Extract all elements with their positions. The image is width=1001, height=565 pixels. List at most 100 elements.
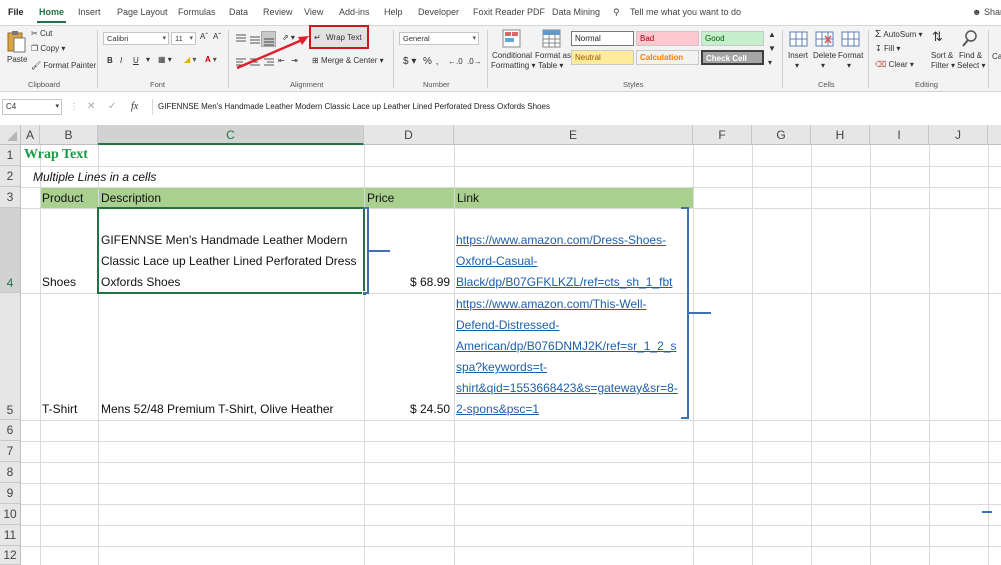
number-format-select[interactable]: General ▾ <box>399 32 479 45</box>
underline-button[interactable]: U <box>133 56 139 65</box>
column-header-c[interactable]: C <box>98 125 364 145</box>
name-box[interactable]: C4 ▾ <box>2 99 62 115</box>
tab-file[interactable]: File <box>8 7 24 17</box>
row-header-10[interactable]: 10 <box>0 504 21 525</box>
row5-price-cell[interactable]: $ 24.50 <box>410 402 450 416</box>
sort-filter-button[interactable]: ⇅ Sort & Filter ▾ <box>929 29 957 77</box>
row4-link-line-2[interactable]: Oxford-Casual- <box>456 254 537 268</box>
format-as-table-button[interactable]: Format as Table ▾ <box>534 29 571 77</box>
row-header-3[interactable]: 3 <box>0 187 21 208</box>
fill-button[interactable]: ↧ Fill ▾ <box>875 44 900 53</box>
paste-button[interactable]: Paste <box>5 30 27 76</box>
tab-data-mining[interactable]: Data Mining <box>552 7 600 17</box>
bold-button[interactable]: B <box>107 56 113 65</box>
cancel-icon[interactable]: ✕ <box>87 101 95 112</box>
tab-developer[interactable]: Developer <box>418 7 459 17</box>
style-good[interactable]: Good <box>701 31 764 46</box>
row4-link-line-3[interactable]: Black/dp/B07GFKLKZL/ref=cts_sh_1_fbt <box>456 275 672 289</box>
increase-decimal-icon[interactable]: ←.0 <box>448 57 463 66</box>
tell-me-search[interactable]: Tell me what you want to do <box>630 7 741 17</box>
row-header-12[interactable]: 12 <box>0 546 21 565</box>
row5-link-line-4[interactable]: spa?keywords=t- <box>456 360 547 374</box>
styles-scroll-down-icon[interactable]: ▼ <box>768 44 776 53</box>
row5-link-line-5[interactable]: shirt&qid=1553668423&s=gateway&sr=8- <box>456 381 678 395</box>
formula-input[interactable]: GIFENNSE Men's Handmade Leather Modern C… <box>152 99 998 115</box>
row-header-5[interactable]: 5 <box>0 293 21 420</box>
insert-function-button[interactable]: fx <box>131 101 138 112</box>
styles-more-icon[interactable]: ▾ <box>768 58 772 67</box>
row-header-11[interactable]: 11 <box>0 525 21 546</box>
row5-link-line-2[interactable]: Defend-Distressed- <box>456 318 559 332</box>
italic-button[interactable]: I <box>120 56 122 65</box>
column-header-f[interactable]: F <box>693 125 752 145</box>
row4-link-line-1[interactable]: https://www.amazon.com/Dress-Shoes- <box>456 233 666 247</box>
overflow-button[interactable]: Ca <box>992 52 1001 61</box>
tab-page-layout[interactable]: Page Layout <box>117 7 168 17</box>
format-cells-button[interactable]: Format ▾ <box>838 29 864 77</box>
tab-help[interactable]: Help <box>384 7 403 17</box>
row5-description-cell[interactable]: Mens 52/48 Premium T-Shirt, Olive Heathe… <box>101 402 334 416</box>
grow-font-icon[interactable]: Aˆ <box>200 32 208 41</box>
fill-color-icon[interactable]: ◢ ▾ <box>184 55 196 64</box>
column-header-d[interactable]: D <box>364 125 454 145</box>
tab-formulas[interactable]: Formulas <box>178 7 216 17</box>
find-select-button[interactable]: Find & Select ▾ <box>956 29 986 77</box>
chevron-down-icon[interactable]: ▾ <box>146 55 150 64</box>
row4-price-cell[interactable]: $ 68.99 <box>410 275 450 289</box>
tab-add-ins[interactable]: Add-ins <box>339 7 370 17</box>
enter-check-icon[interactable]: ✓ <box>108 101 116 112</box>
styles-scroll-up-icon[interactable]: ▲ <box>768 30 776 39</box>
share-button[interactable]: ☻ Share <box>972 7 1001 17</box>
column-header-a[interactable]: A <box>21 125 40 145</box>
column-header-j[interactable]: J <box>929 125 988 145</box>
tab-data[interactable]: Data <box>229 7 248 17</box>
row5-product-cell[interactable]: T-Shirt <box>42 402 77 416</box>
column-header-i[interactable]: I <box>870 125 929 145</box>
header-price-cell[interactable]: Price <box>367 191 394 205</box>
row4-product-cell[interactable]: Shoes <box>42 275 76 289</box>
row5-link-line-6[interactable]: 2-spons&psc=1 <box>456 402 539 416</box>
cut-button[interactable]: ✂ Cut <box>31 29 52 38</box>
copy-button[interactable]: ❐ Copy ▾ <box>31 44 65 53</box>
select-all-corner[interactable] <box>0 125 21 145</box>
style-normal[interactable]: Normal <box>571 31 634 46</box>
sheet-subtitle-cell[interactable]: Multiple Lines in a cells <box>33 170 156 184</box>
row5-link-line-3[interactable]: American/dp/B076DNMJ2K/ref=sr_1_2_s <box>456 339 676 353</box>
header-product-cell[interactable]: Product <box>42 191 83 205</box>
wrap-text-button[interactable]: ↵ Wrap Text <box>309 25 369 49</box>
conditional-formatting-button[interactable]: Conditional Formatting ▾ <box>491 29 535 77</box>
row-header-7[interactable]: 7 <box>0 441 21 462</box>
font-name-select[interactable]: Calibri ▾ <box>103 32 169 45</box>
column-header-e[interactable]: E <box>454 125 693 145</box>
row-header-1[interactable]: 1 <box>0 145 21 166</box>
currency-button[interactable]: $ ▾ <box>403 56 416 67</box>
row-header-2[interactable]: 2 <box>0 166 21 187</box>
style-check-cell[interactable]: Check Cell <box>701 50 764 65</box>
style-calculation[interactable]: Calculation <box>636 50 699 65</box>
tab-insert[interactable]: Insert <box>78 7 101 17</box>
row-header-6[interactable]: 6 <box>0 420 21 441</box>
header-description-cell[interactable]: Description <box>101 191 161 205</box>
row5-link-line-1[interactable]: https://www.amazon.com/This-Well- <box>456 297 647 311</box>
column-header-h[interactable]: H <box>811 125 870 145</box>
column-header-g[interactable]: G <box>752 125 811 145</box>
header-link-cell[interactable]: Link <box>457 191 479 205</box>
autosum-button[interactable]: Σ AutoSum ▾ <box>875 29 923 40</box>
merge-center-button[interactable]: ⊞ Merge & Center ▾ <box>312 56 384 65</box>
column-header-b[interactable]: B <box>40 125 98 145</box>
insert-cells-button[interactable]: Insert ▾ <box>787 29 811 77</box>
font-color-icon[interactable]: A ▾ <box>205 55 217 64</box>
row-header-4[interactable]: 4 <box>0 208 21 293</box>
tab-home[interactable]: Home <box>36 7 67 23</box>
comma-style-icon[interactable]: ‚ <box>436 56 438 67</box>
style-bad[interactable]: Bad <box>636 31 699 46</box>
shrink-font-icon[interactable]: Aˇ <box>213 32 221 41</box>
delete-cells-button[interactable]: Delete ▾ <box>812 29 838 77</box>
clear-button[interactable]: ⌫ Clear ▾ <box>875 60 914 69</box>
borders-icon[interactable]: ▦ ▾ <box>158 55 172 64</box>
decrease-decimal-icon[interactable]: .0→ <box>467 57 482 66</box>
tab-view[interactable]: View <box>304 7 323 17</box>
sheet-title-cell[interactable]: Wrap Text <box>24 147 88 163</box>
style-neutral[interactable]: Neutral <box>571 50 634 65</box>
row4-description-cell[interactable]: GIFENNSE Men's Handmade Leather Modern C… <box>97 207 367 296</box>
